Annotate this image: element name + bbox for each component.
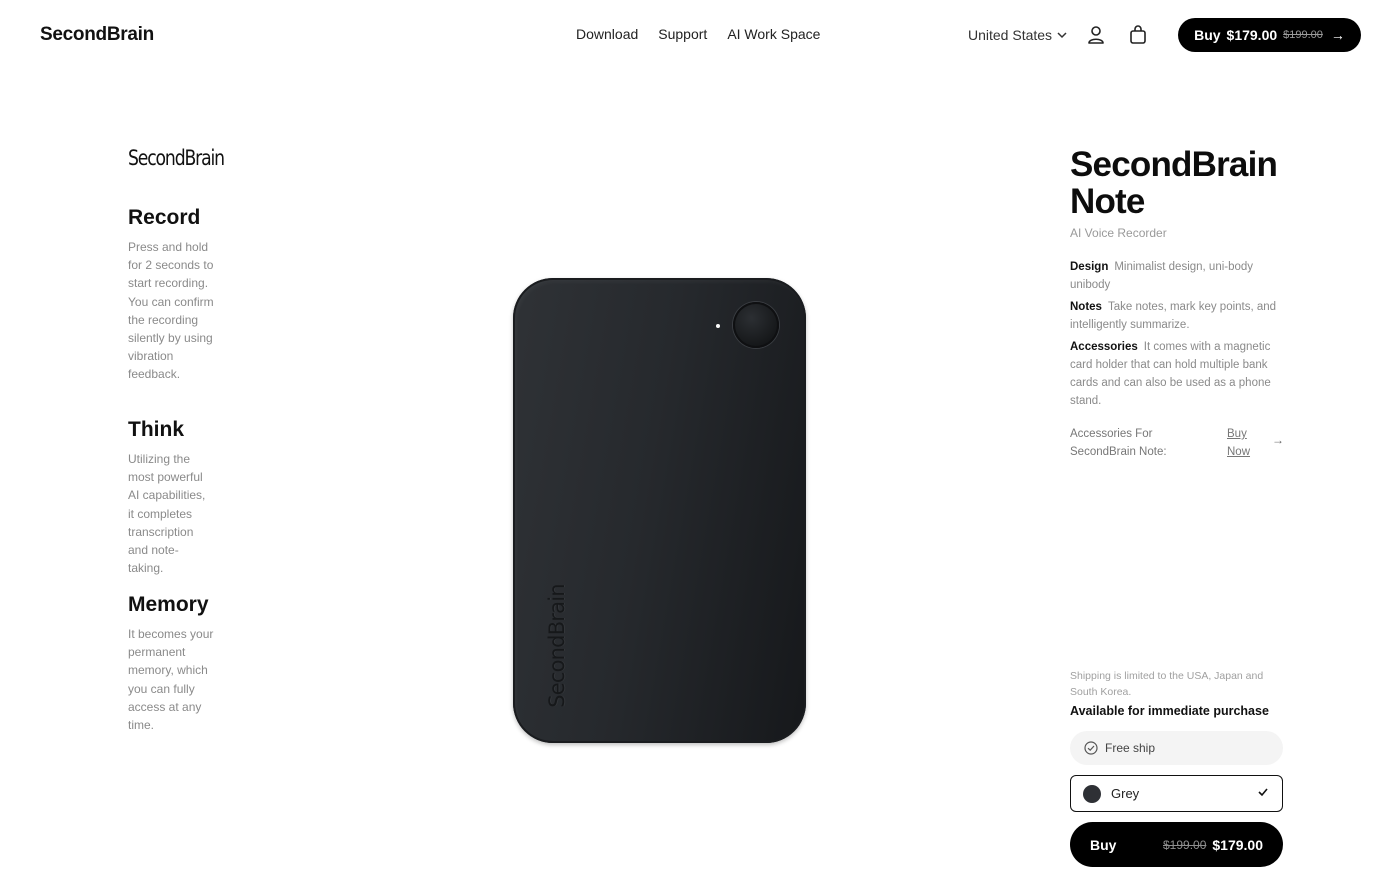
account-icon[interactable] bbox=[1086, 24, 1106, 46]
feature-text: It becomes your permanent memory, which … bbox=[128, 627, 214, 733]
region-label: United States bbox=[968, 27, 1053, 43]
nav-ai-work-space[interactable]: AI Work Space bbox=[727, 26, 820, 42]
buy-price: $179.00 bbox=[1212, 836, 1263, 853]
feature-text: Utilizing the most powerful AI capabilit… bbox=[128, 452, 206, 576]
shipping-note: Shipping is limited to the USA, Japan an… bbox=[1070, 670, 1264, 698]
spec-label: Design bbox=[1070, 261, 1109, 273]
cart-icon[interactable] bbox=[1128, 24, 1148, 46]
product-title: SecondBrain Note bbox=[1070, 145, 1278, 221]
header-buy-label: Buy bbox=[1194, 27, 1221, 43]
device-engraving: SecondBrain bbox=[545, 584, 569, 708]
brand-logo[interactable]: SecondBrain bbox=[40, 24, 154, 46]
buy-button[interactable]: Buy $199.00 $179.00 bbox=[1070, 822, 1283, 867]
feature-title: Memory bbox=[128, 593, 209, 616]
arrow-right-icon[interactable]: → bbox=[1272, 433, 1284, 447]
device-button bbox=[733, 302, 779, 348]
free-ship-label: Free ship bbox=[1105, 741, 1156, 755]
feature-text: Press and hold for 2 seconds to start re… bbox=[128, 240, 214, 382]
status-led bbox=[716, 324, 720, 328]
feature-record: Record Press and hold for 2 seconds to s… bbox=[128, 206, 214, 384]
header-buy-old-price: $199.00 bbox=[1283, 29, 1323, 41]
check-icon bbox=[1258, 788, 1268, 797]
feature-think: Think Utilizing the most powerful AI cap… bbox=[128, 418, 214, 577]
accessories-label: Accessories For SecondBrain Note: bbox=[1070, 428, 1167, 458]
spec-notes: Notes Take notes, mark key points, and in… bbox=[1070, 298, 1284, 334]
availability-status: Available for immediate purchase bbox=[1070, 704, 1269, 718]
header-buy-price: $179.00 bbox=[1226, 27, 1278, 43]
nav-support[interactable]: Support bbox=[658, 26, 707, 42]
arrow-right-icon: → bbox=[1330, 27, 1345, 43]
free-ship-badge: Free ship bbox=[1070, 731, 1283, 765]
spec-accessories: Accessories It comes with a magnetic card… bbox=[1070, 338, 1284, 410]
chevron-down-icon bbox=[1057, 32, 1067, 39]
header-buy-button[interactable]: Buy $179.00 $199.00 → bbox=[1178, 18, 1361, 52]
nav-download[interactable]: Download bbox=[576, 26, 638, 42]
spec-label: Notes bbox=[1070, 301, 1102, 313]
color-swatch bbox=[1083, 784, 1101, 803]
check-circle-icon bbox=[1084, 741, 1098, 755]
region-selector[interactable]: United States bbox=[968, 27, 1068, 43]
feature-title: Record bbox=[128, 206, 201, 229]
accessories-buy-now-link[interactable]: Buy Now bbox=[1227, 425, 1257, 461]
buy-old-price: $199.00 bbox=[1163, 837, 1207, 852]
feature-memory: Memory It becomes your permanent memory,… bbox=[128, 593, 214, 734]
product-device-image: SecondBrain bbox=[513, 278, 806, 743]
main-nav: Download Support AI Work Space bbox=[576, 26, 820, 42]
feature-title: Think bbox=[128, 418, 184, 441]
spec-label: Accessories bbox=[1070, 341, 1138, 353]
color-selected-label: Grey bbox=[1111, 786, 1140, 801]
color-selector[interactable]: Grey bbox=[1070, 775, 1283, 812]
spec-design: Design Minimalist design, uni-body unibod… bbox=[1070, 258, 1284, 294]
buy-prices: $199.00 $179.00 bbox=[1163, 837, 1263, 853]
product-subtitle: AI Voice Recorder bbox=[1070, 226, 1167, 240]
secondary-logo: SecondBrain bbox=[128, 146, 225, 170]
buy-label: Buy bbox=[1090, 836, 1117, 853]
